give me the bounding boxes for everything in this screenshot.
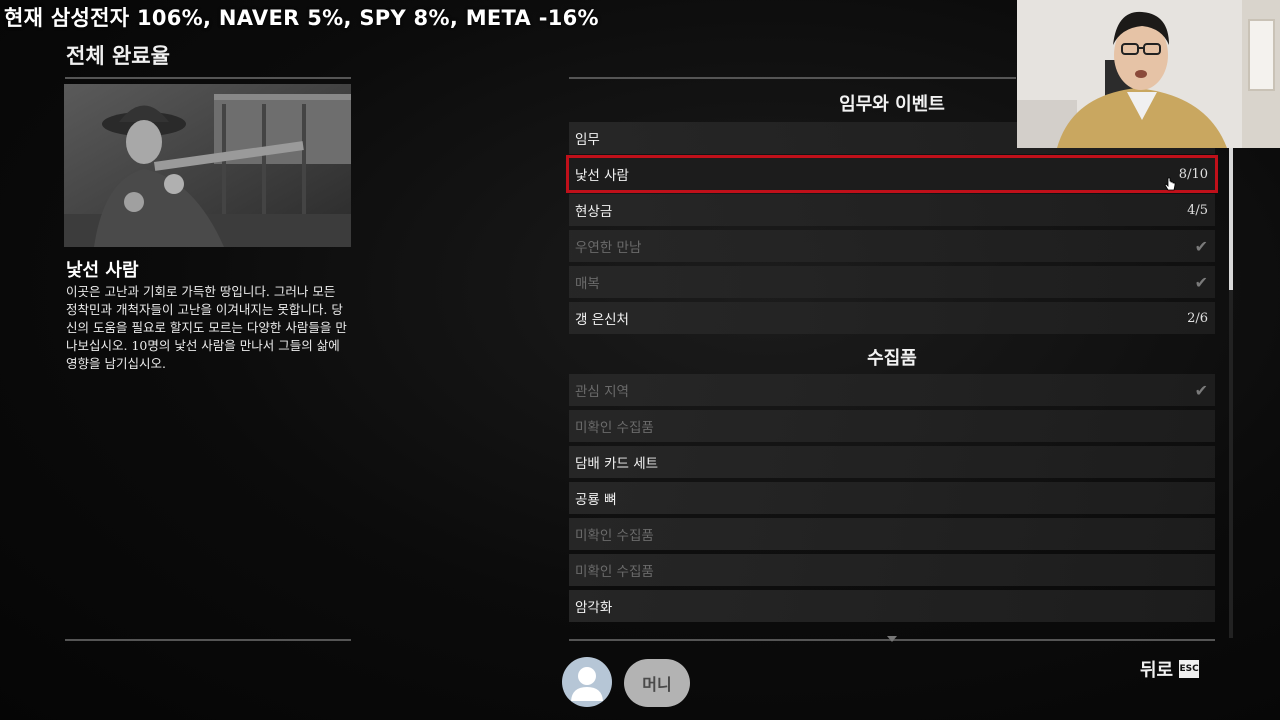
- left-bottom-divider: [65, 639, 351, 641]
- esc-key-badge: ESC: [1179, 660, 1200, 678]
- collectible-row[interactable]: 미확인 수집품: [569, 518, 1215, 550]
- mission-row-label: 임무: [575, 132, 600, 148]
- mission-row[interactable]: 낯선 사람 8/10: [566, 155, 1218, 193]
- collectibles-list: 관심 지역 ✔ 미확인 수집품 담배 카드 세트 공룡 뼈 미확인 수집품 미확인 수집품 암…: [569, 374, 1215, 626]
- mission-row-progress: 4/5: [1187, 202, 1208, 218]
- checkmark-icon: ✔: [1194, 380, 1208, 400]
- mission-row-label: 우연한 만남: [575, 240, 642, 256]
- mission-row[interactable]: 매복 ✔: [569, 266, 1215, 298]
- collectible-row[interactable]: 미확인 수집품: [569, 554, 1215, 586]
- mission-row-label: 현상금: [575, 204, 613, 220]
- mission-row-progress: 8/10: [1178, 166, 1208, 182]
- mission-row-progress: 2/6: [1187, 310, 1208, 326]
- scroll-down-chevron-icon: [887, 636, 897, 642]
- mission-row[interactable]: 현상금 4/5: [569, 194, 1215, 226]
- section-title-collectibles: 수집품: [867, 348, 917, 369]
- right-top-divider: [569, 77, 1016, 79]
- user-avatar-icon: [571, 667, 603, 701]
- collectible-row[interactable]: 관심 지역 ✔: [569, 374, 1215, 406]
- checkmark-icon: ✔: [1194, 272, 1208, 292]
- mission-row-label: 갱 은신처: [575, 312, 629, 328]
- collectible-row[interactable]: 미확인 수집품: [569, 410, 1215, 442]
- profile-avatar-button[interactable]: [562, 657, 612, 707]
- money-button[interactable]: 머니: [624, 659, 690, 707]
- webcam-overlay: [1017, 0, 1280, 148]
- character-portrait: [64, 84, 351, 247]
- collectible-row[interactable]: 담배 카드 세트: [569, 446, 1215, 478]
- mission-row[interactable]: 갱 은신처 2/6: [569, 302, 1215, 334]
- mission-row[interactable]: 우연한 만남 ✔: [569, 230, 1215, 262]
- collectible-row-label: 담배 카드 세트: [575, 456, 659, 472]
- checkmark-icon: ✔: [1194, 236, 1208, 256]
- left-top-divider: [65, 77, 351, 79]
- collectible-row-label: 미확인 수집품: [575, 564, 654, 580]
- collectible-row-label: 암각화: [575, 600, 613, 616]
- collectible-row[interactable]: 공룡 뼈: [569, 482, 1215, 514]
- collectible-row-label: 관심 지역: [575, 384, 629, 400]
- collectible-row[interactable]: 암각화: [569, 590, 1215, 622]
- selected-item-title: 낯선 사람: [66, 260, 139, 281]
- mission-row-label: 낯선 사람: [575, 168, 629, 184]
- hand-cursor-icon: [1164, 177, 1176, 191]
- mission-row-label: 매복: [575, 276, 600, 292]
- collectible-row-label: 미확인 수집품: [575, 420, 654, 436]
- collectible-row-label: 미확인 수집품: [575, 528, 654, 544]
- overlay-headline: 현재 삼성전자 106%, NAVER 5%, SPY 8%, META -16…: [4, 6, 599, 30]
- missions-list: 임무낯선 사람 8/10 현상금 4/5 우연한 만남 ✔ 매복 ✔ 갱 은신처 2/6: [566, 122, 1218, 338]
- page-title: 전체 완료율: [66, 44, 170, 68]
- collectible-row-label: 공룡 뼈: [575, 492, 617, 508]
- back-label: 뒤로: [1140, 660, 1174, 681]
- back-button[interactable]: 뒤로 ESC: [1140, 656, 1200, 682]
- scrollbar-thumb[interactable]: [1229, 148, 1233, 290]
- selected-item-description: 이곳은 고난과 기회로 가득한 땅입니다. 그러나 모든 정착민과 개척자들이 …: [66, 284, 347, 371]
